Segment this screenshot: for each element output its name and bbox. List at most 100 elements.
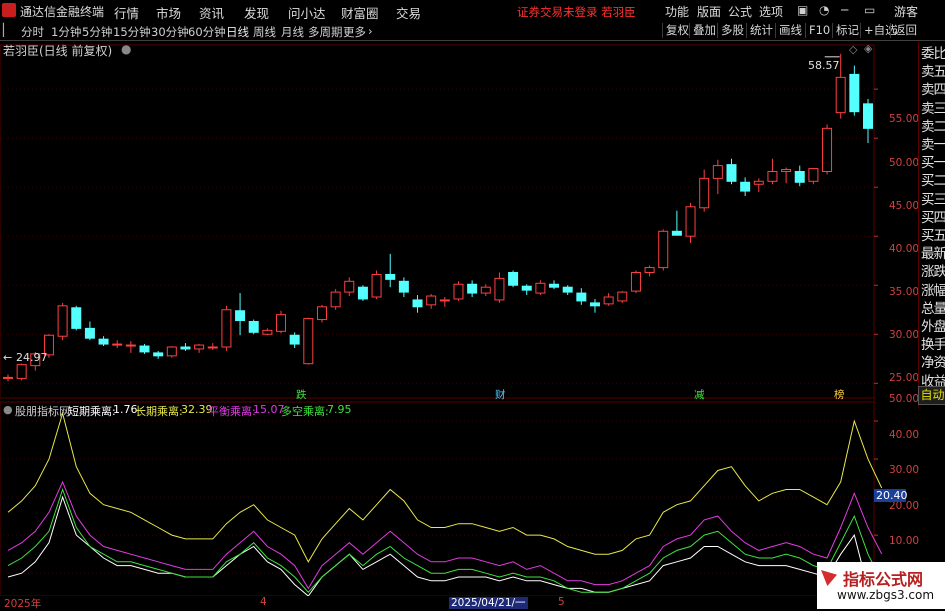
indicator-tick: 40.00 [889, 429, 920, 441]
price-tick: 50.00 [889, 157, 920, 169]
candle-body-down [467, 283, 478, 294]
candle-body-down [398, 280, 409, 293]
candle-body-up [480, 286, 491, 294]
candle-body-down [589, 302, 600, 307]
candle-body-up [712, 165, 723, 179]
candle-body-up [330, 291, 341, 308]
candle-body-up [658, 230, 669, 269]
side-item[interactable]: 总量 [921, 297, 945, 317]
side-item[interactable]: 外盘 [921, 315, 945, 335]
settings-icon[interactable]: ● [121, 42, 131, 56]
axis-month-5: 5 [558, 596, 565, 608]
candle-body-up [822, 127, 833, 172]
indicator-tick: 30.00 [889, 464, 920, 476]
side-item[interactable]: 卖三 [921, 97, 945, 117]
side-item[interactable]: 涨跌 [921, 260, 945, 280]
legend-bull-label: 多空乘离: [281, 405, 329, 418]
side-item[interactable]: 卖二 [921, 115, 945, 135]
candle-body-up [767, 170, 778, 182]
watermark-flag-icon [821, 570, 837, 586]
indicator-icon[interactable]: ● [3, 403, 13, 416]
candle-body-down [508, 271, 519, 286]
candle-body-down [549, 283, 560, 288]
candle-body-up [112, 343, 123, 346]
legend-balance-label: 平衡乘离: [208, 405, 256, 418]
low-price-arrow-icon: ← [3, 351, 13, 364]
side-item[interactable]: 卖五 [921, 60, 945, 80]
legend-long-label: 长期乘离: [135, 405, 183, 418]
legend-short-label: 短期乘离: [68, 405, 116, 418]
candle-body-up [535, 282, 546, 294]
candle-body-up [125, 344, 136, 347]
side-item[interactable]: 买四 [921, 206, 945, 226]
candle-body-up [781, 169, 792, 172]
candle-body-down [84, 327, 95, 339]
expand-icon[interactable]: ◈ [864, 42, 872, 55]
candle-body-down [562, 286, 573, 293]
candle-body-down [576, 292, 587, 302]
candle-body-down [412, 299, 423, 308]
side-item[interactable]: 换手 [921, 333, 945, 353]
price-tick: 35.00 [889, 286, 920, 298]
price-tick: 30.00 [889, 329, 920, 341]
kline-chart[interactable] [0, 0, 945, 609]
marker-jian[interactable]: 减 [694, 387, 705, 402]
side-item[interactable]: 卖一 [921, 133, 945, 153]
side-item[interactable]: 涨幅 [921, 279, 945, 299]
marker-die[interactable]: 跌 [296, 387, 307, 402]
diamond-icon: ◇ [849, 43, 858, 56]
price-tick: 40.00 [889, 243, 920, 255]
candle-body-down [248, 321, 259, 333]
watermark: 指标公式网 www.zbgs3.com [817, 562, 945, 609]
candle-body-up [316, 306, 327, 321]
candle-body-up [276, 314, 287, 332]
candle-body-up [194, 344, 205, 350]
legend-short-value: 1.76 [113, 403, 138, 416]
side-item[interactable]: 买一 [921, 151, 945, 171]
legend-bull-value: 7.95 [327, 403, 352, 416]
price-tick: 45.00 [889, 200, 920, 212]
candle-body-up [166, 346, 177, 357]
watermark-url: www.zbgs3.com [837, 588, 935, 602]
indicator-tick: 50.00 [889, 393, 920, 405]
indicator-name[interactable]: 股朋指标网 [15, 403, 70, 419]
candle-body-up [207, 346, 218, 349]
quote-side-panel: 委比 卖五 卖四 卖三 卖二 卖一 买一 买二 买三 买四 买五 最新 涨跌 涨幅 总量 外盘 换手 净资 收益 [918, 42, 945, 407]
candle-body-up [603, 296, 614, 305]
auto-button[interactable]: 自动 [918, 386, 945, 405]
indicator-line-多空乘离 [7, 487, 883, 593]
axis-month-4: 4 [260, 596, 267, 608]
side-item[interactable]: 买三 [921, 188, 945, 208]
candle-body-up [835, 76, 846, 114]
candle-body-up [262, 329, 273, 335]
candle-body-down [863, 103, 873, 129]
candle-body-down [521, 285, 532, 291]
side-item[interactable]: 买二 [921, 169, 945, 189]
candle-body-down [139, 345, 150, 353]
marker-bang[interactable]: 榜 [834, 387, 845, 402]
indicator-line-短期乘离 [7, 495, 883, 605]
price-tick: 25.00 [889, 372, 920, 384]
candle-body-up [16, 364, 27, 379]
candle-body-up [426, 295, 437, 306]
side-item[interactable]: 卖四 [921, 78, 945, 98]
candle-body-up [303, 318, 314, 365]
candle-body-down [671, 230, 682, 236]
candle-body-down [849, 73, 860, 113]
side-item[interactable]: 最新 [921, 242, 945, 262]
marker-cai[interactable]: 财 [495, 387, 506, 402]
side-item[interactable]: 买五 [921, 224, 945, 244]
candle-body-down [98, 338, 109, 345]
candle-body-down [740, 181, 751, 192]
side-item[interactable]: 委比 [921, 42, 945, 62]
candle-body-up [808, 168, 819, 182]
side-item[interactable]: 净资 [921, 351, 945, 371]
watermark-title: 指标公式网 [843, 570, 924, 589]
candle-body-down [385, 273, 396, 280]
candle-body-down [153, 352, 164, 357]
candle-body-down [357, 286, 368, 300]
cursor-date: 2025/04/21/一 [449, 597, 528, 609]
indicator-line-长期乘离 [7, 411, 883, 563]
candle-body-up [439, 299, 450, 302]
candle-body-up [344, 280, 355, 293]
